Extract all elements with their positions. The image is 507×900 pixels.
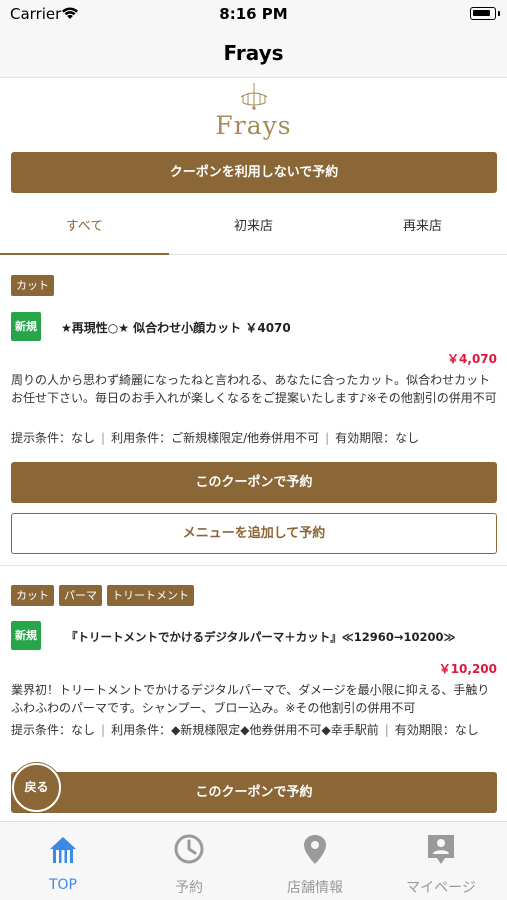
battery-icon (470, 7, 500, 20)
page-title: Frays (223, 41, 284, 65)
coupon-conditions: 提示条件：なし | 利用条件：ご新規様限定/他券併用不可 | 有効期限：なし (11, 431, 420, 445)
coupon-description: 周りの人から思わず綺麗になったねと言われる、あなたに合ったカット。似合わせカット… (11, 373, 497, 405)
tabbar-item-mypage[interactable]: マイページ (378, 822, 504, 900)
map-pin-icon (304, 835, 326, 864)
new-badge: 新規 (11, 312, 41, 341)
bottom-tab-bar: TOP 予約 店舗情報 マイページ (0, 821, 507, 900)
coupon-title: 『トリートメントでかけるデジタルパーマ＋カット』≪12960→10200≫ (66, 630, 456, 644)
coupon-description: 業界初！トリートメントでかけるデジタルパーマで、ダメージを最小限に抑える、手触り… (11, 683, 490, 715)
divider (0, 565, 507, 566)
home-icon (50, 837, 76, 863)
coupon-tags: カット パーマ トリートメント (11, 585, 194, 606)
new-badge: 新規 (11, 621, 41, 650)
clock-icon (174, 834, 204, 864)
tabbar-label: 予約 (175, 880, 203, 896)
tag-cut: カット (11, 585, 54, 606)
tabbar-label: 店舗情報 (287, 880, 343, 896)
display-condition: 提示条件：なし (11, 723, 96, 737)
usage-condition: 利用条件：ご新規様限定/他券併用不可 (111, 431, 320, 445)
tabbar-label: マイページ (406, 880, 476, 896)
coupon-price: ￥10,200 (438, 662, 497, 676)
coupon-tags: カット (11, 275, 54, 296)
tab-all[interactable]: すべて (0, 209, 169, 255)
coupon-conditions: 提示条件：なし | 利用条件：◆新規様限定◆他券併用不可◆幸手駅前 | 有効期限：なし (11, 723, 479, 737)
clock-time: 8:16 PM (219, 5, 288, 23)
usage-condition: 利用条件：◆新規様限定◆他券併用不可◆幸手駅前 (111, 723, 379, 737)
tabbar-item-store-info[interactable]: 店舗情報 (252, 822, 378, 900)
coupon-title: ★再現性○★ 似合わせ小顔カット ￥4070 (61, 321, 291, 335)
tag-treatment: トリートメント (107, 585, 194, 606)
tabbar-item-top[interactable]: TOP (0, 822, 126, 900)
expiry-condition: 有効期限：なし (335, 431, 420, 445)
add-menu-reserve-button[interactable]: メニューを追加して予約 (11, 513, 497, 554)
logo-wordmark: Frays (215, 111, 292, 140)
tab-first-visit[interactable]: 初来店 (169, 209, 338, 255)
tab-bar-filter: すべて 初来店 再来店 (0, 209, 507, 255)
back-button[interactable]: 戻る (12, 763, 61, 812)
coupon-list[interactable]: Frays クーポンを利用しないで予約 すべて 初来店 再来店 カット 新規 ★… (0, 79, 507, 821)
reserve-without-coupon-button[interactable]: クーポンを利用しないで予約 (11, 152, 497, 193)
tab-return-visit[interactable]: 再来店 (338, 209, 507, 255)
reserve-with-coupon-button[interactable]: このクーポンで予約 (11, 462, 497, 503)
expiry-condition: 有効期限：なし (394, 723, 479, 737)
tabbar-label: TOP (48, 877, 77, 893)
reserve-with-coupon-button[interactable]: このクーポンで予約 (11, 772, 497, 813)
status-bar: Carrier 8:16 PM (0, 0, 507, 28)
tabbar-item-reserve[interactable]: 予約 (126, 822, 252, 900)
display-condition: 提示条件：なし (11, 431, 96, 445)
coupon-price: ￥4,070 (447, 352, 497, 366)
tag-cut: カット (11, 275, 54, 296)
nav-bar: Frays (0, 28, 507, 78)
profile-icon (428, 835, 454, 864)
tag-perm: パーマ (59, 585, 102, 606)
